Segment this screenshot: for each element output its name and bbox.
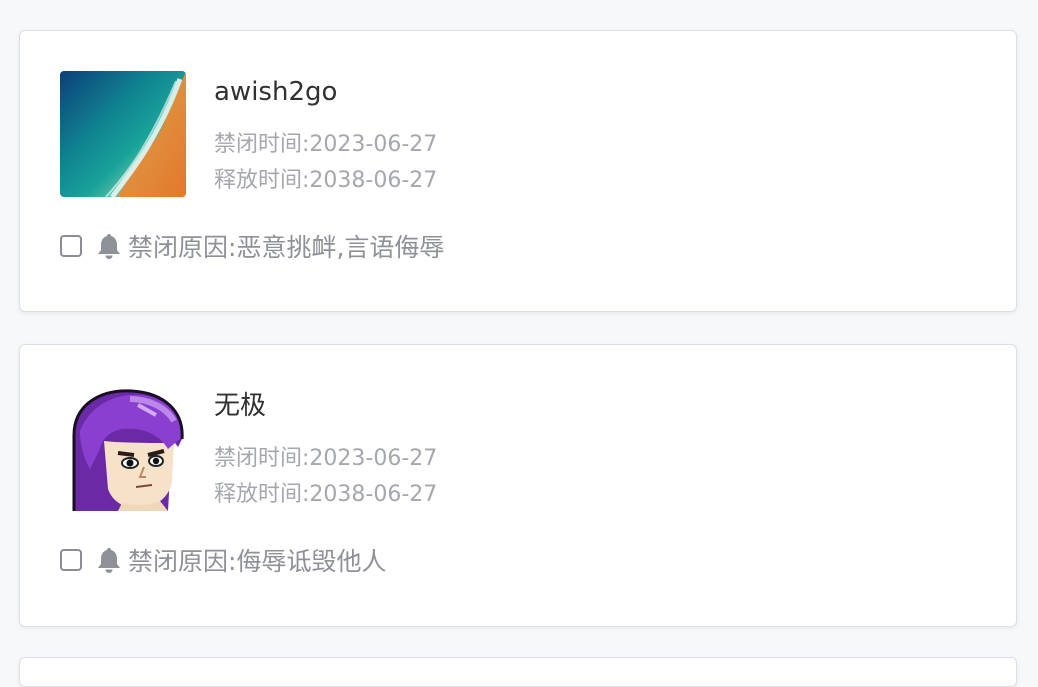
release-time-value: 2038-06-27 bbox=[309, 168, 438, 193]
user-avatar[interactable] bbox=[60, 385, 186, 511]
ban-time-value: 2023-06-27 bbox=[309, 132, 438, 157]
ban-time-label: 禁闭时间: bbox=[214, 132, 310, 157]
release-time: 释放时间:2038-06-27 bbox=[214, 166, 437, 196]
ban-reason-label: 禁闭原因: bbox=[128, 233, 237, 262]
release-time-value: 2038-06-27 bbox=[309, 482, 438, 507]
select-checkbox[interactable] bbox=[60, 235, 82, 257]
ban-reason-text: 侮辱诋毁他人 bbox=[236, 547, 387, 576]
ban-reason-row: 禁闭原因: 侮辱诋毁他人 bbox=[60, 542, 386, 578]
ocean-beach-avatar-icon bbox=[60, 71, 186, 197]
username[interactable]: awish2go bbox=[214, 75, 337, 109]
ban-time-value: 2023-06-27 bbox=[309, 446, 438, 471]
ban-reason-label: 禁闭原因: bbox=[128, 547, 237, 576]
select-checkbox[interactable] bbox=[60, 549, 82, 571]
ban-card bbox=[19, 657, 1017, 687]
purple-hair-character-avatar-icon bbox=[72, 389, 184, 511]
ban-reason-row: 禁闭原因: 恶意挑衅,言语侮辱 bbox=[60, 228, 444, 264]
ban-time: 禁闭时间:2023-06-27 bbox=[214, 130, 437, 160]
ban-card: 无极 禁闭时间:2023-06-27 释放时间:2038-06-27 禁闭原因:… bbox=[19, 344, 1017, 627]
release-time-label: 释放时间: bbox=[214, 168, 310, 193]
ban-reason-text: 恶意挑衅,言语侮辱 bbox=[236, 233, 445, 262]
ban-time: 禁闭时间:2023-06-27 bbox=[214, 444, 437, 474]
release-time-label: 释放时间: bbox=[214, 482, 310, 507]
bell-icon bbox=[98, 548, 120, 573]
username[interactable]: 无极 bbox=[214, 389, 266, 423]
ban-time-label: 禁闭时间: bbox=[214, 446, 310, 471]
bell-icon bbox=[98, 234, 120, 259]
ban-card: awish2go 禁闭时间:2023-06-27 释放时间:2038-06-27… bbox=[19, 30, 1017, 312]
release-time: 释放时间:2038-06-27 bbox=[214, 480, 437, 510]
user-avatar[interactable] bbox=[60, 71, 186, 197]
